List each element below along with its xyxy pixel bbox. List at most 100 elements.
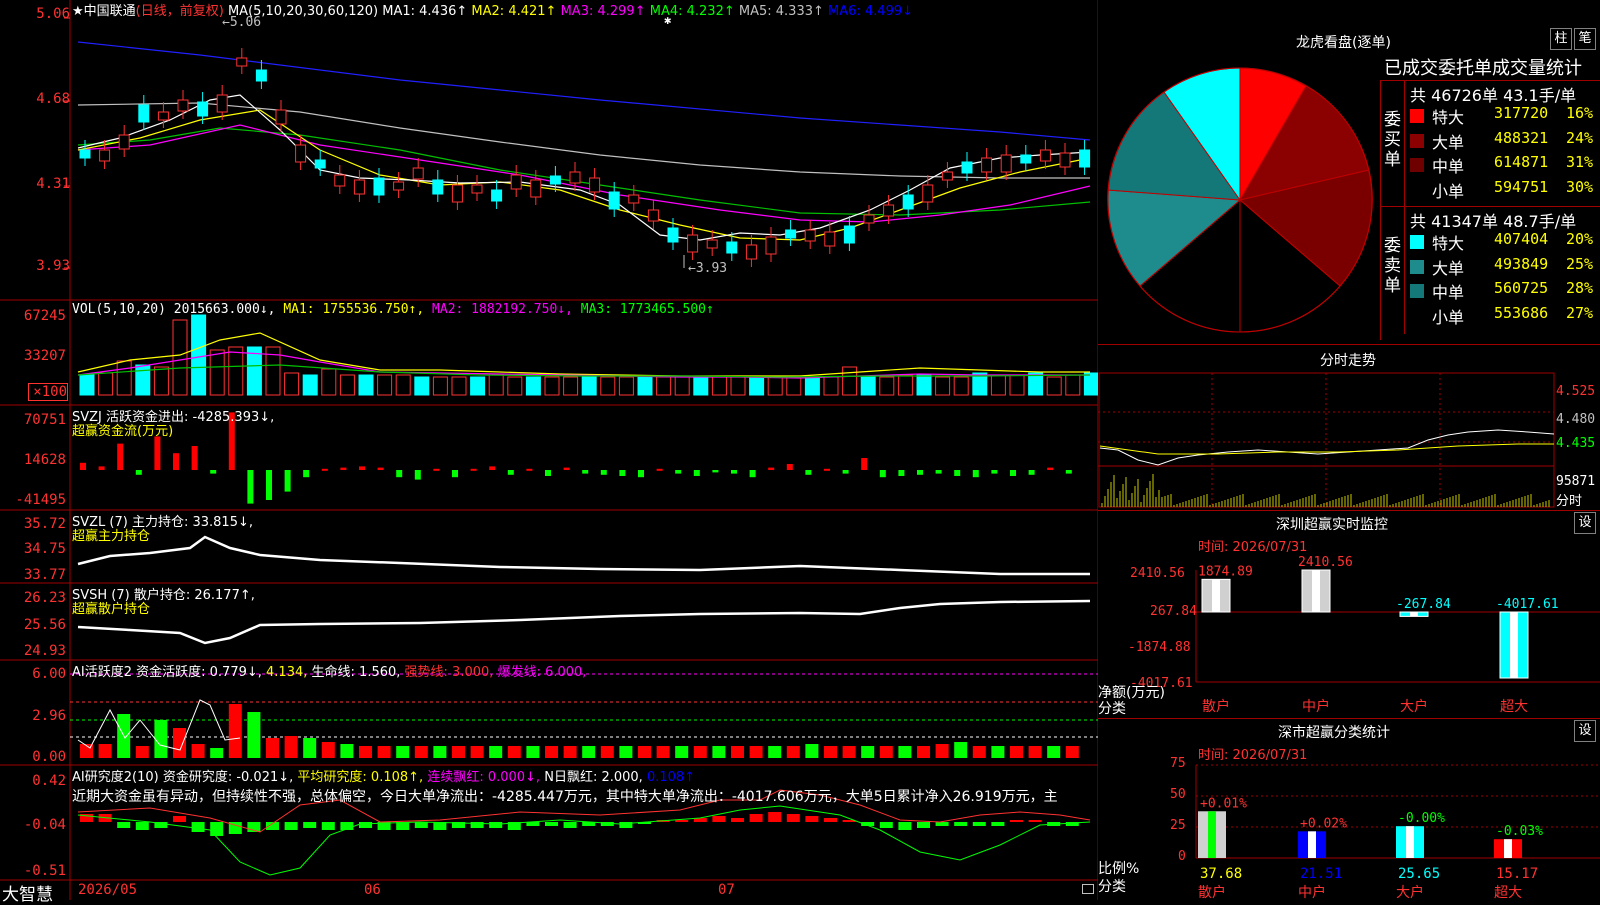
volume-bar [1046,376,1062,396]
research-bar [489,822,503,828]
intraday-tick: 4.525 [1556,384,1596,399]
flow-bar [1047,467,1054,470]
bar-mode-button[interactable]: 柱 [1550,28,1572,50]
candle [157,111,169,121]
flow-bar [954,470,961,476]
sz-category-label: 散户 [1202,699,1230,715]
candle [824,231,836,247]
brand-logo[interactable]: 大智慧 [2,880,53,905]
svsh-sub: 超赢散户持仓 [72,602,151,617]
buy-value: 614871 [1494,153,1549,171]
pen-mode-button[interactable]: 笔 [1574,28,1596,50]
activity-bar [489,746,503,758]
cls-ylabel: 比例% [1098,861,1140,877]
research-bar [173,816,186,822]
color-swatch [1410,259,1424,274]
flow-bar [80,462,86,470]
candle [1000,154,1012,173]
main-chart-area[interactable]: ★中国联通(日线，前复权) MA(5,10,20,30,60,120) MA1:… [0,0,1098,905]
research-bar [135,822,149,830]
cls-bar-highlight [1208,811,1216,858]
volume-bar [786,376,802,396]
volume-bar [693,376,709,396]
ai2-avg: 平均研究度: 0.108↑, [297,770,424,785]
flow-bar [359,466,365,470]
vol-ma2: MA2: 1882192.750↓, [432,302,573,317]
svzj-axis-tick: 14628 [23,452,66,468]
buy-pct: 24% [1566,128,1594,147]
activity-bar [377,746,391,758]
activity-bar [768,746,782,758]
candle [451,184,463,203]
lock-icon[interactable] [1082,884,1094,894]
volume-bar [767,376,783,396]
candle [667,227,679,243]
sell-value: 553686 [1494,303,1549,322]
candle [118,134,130,150]
intraday-tick: 4.435 [1556,436,1596,451]
sell-pct: 28% [1566,279,1594,297]
sell-pct: 20% [1566,230,1594,248]
activity-bar [1065,746,1079,758]
activity-bar [972,746,986,758]
vol-label: VOL(5,10,20) 2015663.000↓, [72,302,276,317]
volume-bar [358,374,374,396]
research-bar [210,822,224,836]
research-bar [545,822,558,826]
date-label: 2026/05 [78,882,138,898]
svg-text:✱: ✱ [664,13,671,27]
flow-bar [731,470,737,474]
flow-bar [284,470,291,492]
ai2-label: AI研究度2(10) 资金研究度: -0.021↓, [72,770,294,785]
candle [510,174,522,190]
order-pie-chart[interactable] [1098,0,1388,340]
ai1-axis-tick: 2.96 [32,708,66,724]
cls-settings-button[interactable]: 设 [1574,720,1596,742]
buy-label: 大单 [1432,132,1465,152]
research-bar [954,822,968,826]
research-bar [433,822,447,830]
candle [687,234,699,253]
vol-header: VOL(5,10,20) 2015663.000↓, MA1: 1755536.… [72,302,714,317]
intraday-chart[interactable] [1098,370,1600,510]
cls-axis-tick: 25 [1170,818,1186,833]
flow-bar [638,470,644,478]
activity-bar [452,746,465,758]
candle [961,161,973,174]
candle [981,157,993,173]
candle [1039,149,1051,162]
ai2-axis-tick: 0.42 [32,773,66,789]
research-bar [731,818,744,822]
volume-bar [581,374,597,396]
candle [491,189,503,202]
sell-label: 小单 [1432,307,1465,327]
color-swatch [1410,182,1424,197]
research-bar [917,822,930,828]
ai2-axis-tick: -0.04 [23,817,66,833]
sz-settings-button[interactable]: 设 [1574,512,1596,534]
research-bar [321,822,335,830]
sell-row: 特大 407404 20% [1410,230,1600,254]
flow-bar [861,458,868,470]
flow-bar [786,464,793,470]
activity-bar [675,746,689,758]
cls-bar-change: +0.01% [1200,796,1247,811]
candle [922,184,934,203]
candlestick-chart[interactable]: ←5.06 ←3.93 ✱ [0,0,1098,900]
activity-bar [414,746,428,758]
research-bar [414,822,428,828]
svsh-axis-tick: 26.23 [23,590,66,606]
activity-bar [582,746,596,758]
intraday-title: 分时走势 [1320,353,1376,369]
flow-bar [917,470,923,475]
svzl-axis-tick: 35.72 [23,516,66,532]
sz-bar-value: -4017.61 [1496,597,1559,612]
flow-bar [173,453,179,470]
sell-label: 中单 [1432,283,1465,302]
ai2-ndays: N日飘红: 2.000, [544,770,643,785]
sz-xcat: 分类 [1098,701,1126,717]
ai2-v: 0.108↑ [646,770,696,785]
volume-bar [451,376,467,396]
activity-bar [1010,746,1023,758]
activity-bar [879,746,893,758]
